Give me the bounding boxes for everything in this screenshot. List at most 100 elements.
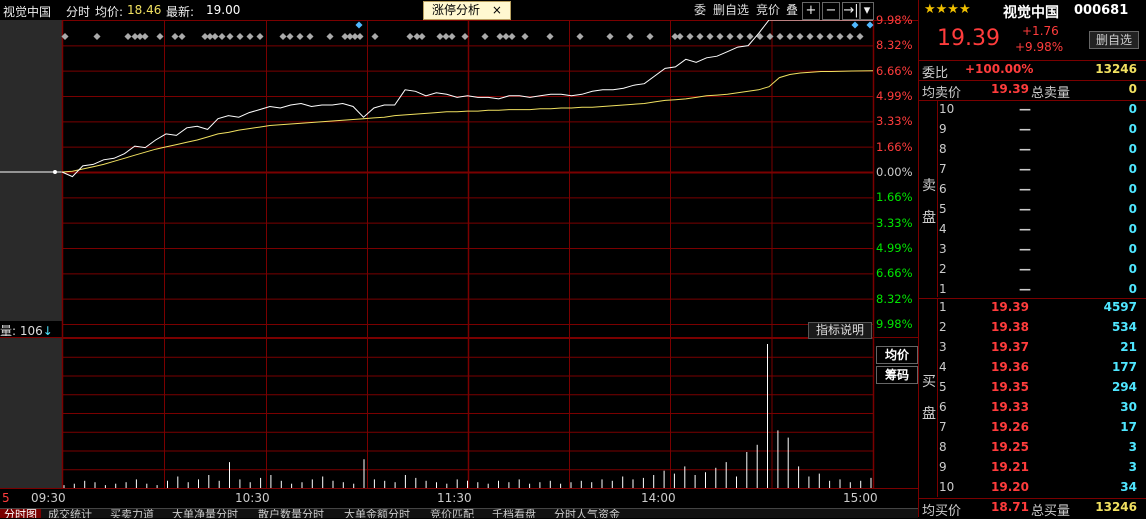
- avg-price-value: 18.46: [127, 3, 162, 17]
- order-volume: 534: [1111, 320, 1137, 334]
- divider: [919, 498, 1146, 499]
- order-book-row[interactable]: 2 — 0: [919, 260, 1146, 280]
- order-price: 19.25: [991, 440, 1029, 454]
- order-book-row[interactable]: 1 — 0: [919, 280, 1146, 300]
- order-volume: 0: [1128, 242, 1137, 256]
- order-book-row[interactable]: 4 — 0: [919, 220, 1146, 240]
- order-book-row[interactable]: 7 19.26 17: [919, 418, 1146, 438]
- event-marker-icon: [418, 32, 426, 41]
- order-volume: 0: [1128, 102, 1137, 116]
- event-marker-icon: [226, 32, 234, 41]
- order-price: —: [1019, 162, 1031, 176]
- order-level: 4: [939, 360, 947, 374]
- percent-tick-label: 4.99%: [876, 241, 913, 255]
- overlay-button[interactable]: 叠: [784, 2, 800, 18]
- jump-end-icon[interactable]: →|: [842, 2, 860, 20]
- order-volume: 0: [1128, 162, 1137, 176]
- order-price: —: [1019, 122, 1031, 136]
- avg-buy-value: 18.71: [991, 500, 1029, 514]
- event-marker-icon: [306, 32, 314, 41]
- order-book-row[interactable]: 4 19.36 177: [919, 358, 1146, 378]
- event-marker-icon: [806, 32, 814, 41]
- weibi-amount: 13246: [1095, 62, 1137, 76]
- remove-watchlist-button[interactable]: 删自选: [711, 2, 751, 18]
- time-label: 11:30: [437, 491, 472, 505]
- order-price: 19.39: [991, 300, 1029, 314]
- order-book-row[interactable]: 5 19.35 294: [919, 378, 1146, 398]
- order-book-row[interactable]: 3 — 0: [919, 240, 1146, 260]
- order-volume: 0: [1128, 222, 1137, 236]
- event-marker-icon: [676, 32, 684, 41]
- percent-tick-label: 9.98%: [876, 13, 913, 27]
- order-volume: 0: [1128, 182, 1137, 196]
- event-marker-icon: [218, 32, 226, 41]
- intraday-chart: [0, 20, 918, 489]
- event-marker-icon: [236, 32, 244, 41]
- order-level: 2: [939, 320, 947, 334]
- price-lines: [61, 20, 874, 178]
- minus-icon[interactable]: −: [822, 2, 840, 20]
- order-price: 19.38: [991, 320, 1029, 334]
- time-label: 09:30: [31, 491, 66, 505]
- order-price: —: [1019, 102, 1031, 116]
- event-marker-icon: [606, 32, 614, 41]
- order-book-row[interactable]: 8 19.25 3: [919, 438, 1146, 458]
- avg-price-button[interactable]: 均价: [876, 346, 918, 364]
- close-icon[interactable]: ×: [492, 3, 502, 17]
- left-edge-label: 5: [2, 491, 10, 505]
- time-label: 10:30: [235, 491, 270, 505]
- event-marker-icon: [178, 32, 186, 41]
- order-level: 5: [939, 202, 947, 216]
- chips-button[interactable]: 筹码: [876, 366, 918, 384]
- order-price: —: [1019, 202, 1031, 216]
- event-marker-icon: [124, 32, 132, 41]
- order-level: 6: [939, 400, 947, 414]
- quote-price: 19.39: [937, 26, 1000, 51]
- order-price: —: [1019, 222, 1031, 236]
- order-book-row[interactable]: 8 — 0: [919, 140, 1146, 160]
- remove-watchlist-button[interactable]: 删自选: [1089, 31, 1139, 49]
- order-volume: 30: [1120, 400, 1137, 414]
- time-label: 15:00: [843, 491, 878, 505]
- event-marker-icon: [508, 32, 516, 41]
- order-book-row[interactable]: 6 19.33 30: [919, 398, 1146, 418]
- event-marker-icon: [355, 21, 363, 29]
- auction-button[interactable]: 竞价: [754, 2, 782, 18]
- order-book-row[interactable]: 9 19.21 3: [919, 458, 1146, 478]
- order-book-row[interactable]: 7 — 0: [919, 160, 1146, 180]
- arrow-down-icon: ↓: [42, 324, 53, 338]
- rating-stars: ★★★★: [924, 2, 971, 17]
- event-marker-icon: [461, 32, 469, 41]
- percent-tick-label: 9.98%: [876, 317, 913, 331]
- event-marker-icon: [279, 32, 287, 41]
- order-book-row[interactable]: 6 — 0: [919, 180, 1146, 200]
- quote-change: +1.76: [1022, 24, 1059, 38]
- left-gutter: [0, 338, 62, 488]
- order-level: 5: [939, 380, 947, 394]
- weibi-label: 委比: [922, 66, 949, 81]
- order-price: 19.20: [991, 480, 1029, 494]
- percent-tick-label: 3.33%: [876, 114, 913, 129]
- order-book-row[interactable]: 10 19.20 34: [919, 478, 1146, 498]
- dropdown-icon[interactable]: ▾: [860, 2, 874, 20]
- indicator-explain-button[interactable]: 指标说明: [808, 322, 872, 339]
- divider: [919, 60, 1146, 61]
- event-marker-icon: [746, 32, 754, 41]
- percent-tick-label: 1.66%: [876, 139, 913, 154]
- order-book-row[interactable]: 9 — 0: [919, 120, 1146, 140]
- order-book-row[interactable]: 10 — 0: [919, 100, 1146, 120]
- event-marker-icon: [448, 32, 456, 41]
- event-marker-icon: [786, 32, 794, 41]
- latest-price-value: 19.00: [206, 3, 241, 17]
- limit-up-analysis-tab[interactable]: 涨停分析 ×: [423, 1, 511, 20]
- plus-icon[interactable]: +: [802, 2, 820, 20]
- order-price: 19.26: [991, 420, 1029, 434]
- order-book-row[interactable]: 1 19.39 4597: [919, 298, 1146, 318]
- left-gutter: [0, 20, 62, 321]
- order-book-row[interactable]: 5 — 0: [919, 200, 1146, 220]
- order-book-row[interactable]: 3 19.37 21: [919, 338, 1146, 358]
- order-book-row[interactable]: 2 19.38 534: [919, 318, 1146, 338]
- time-label: 14:00: [641, 491, 676, 505]
- event-marker-icon: [326, 32, 334, 41]
- entrust-button[interactable]: 委: [692, 2, 708, 18]
